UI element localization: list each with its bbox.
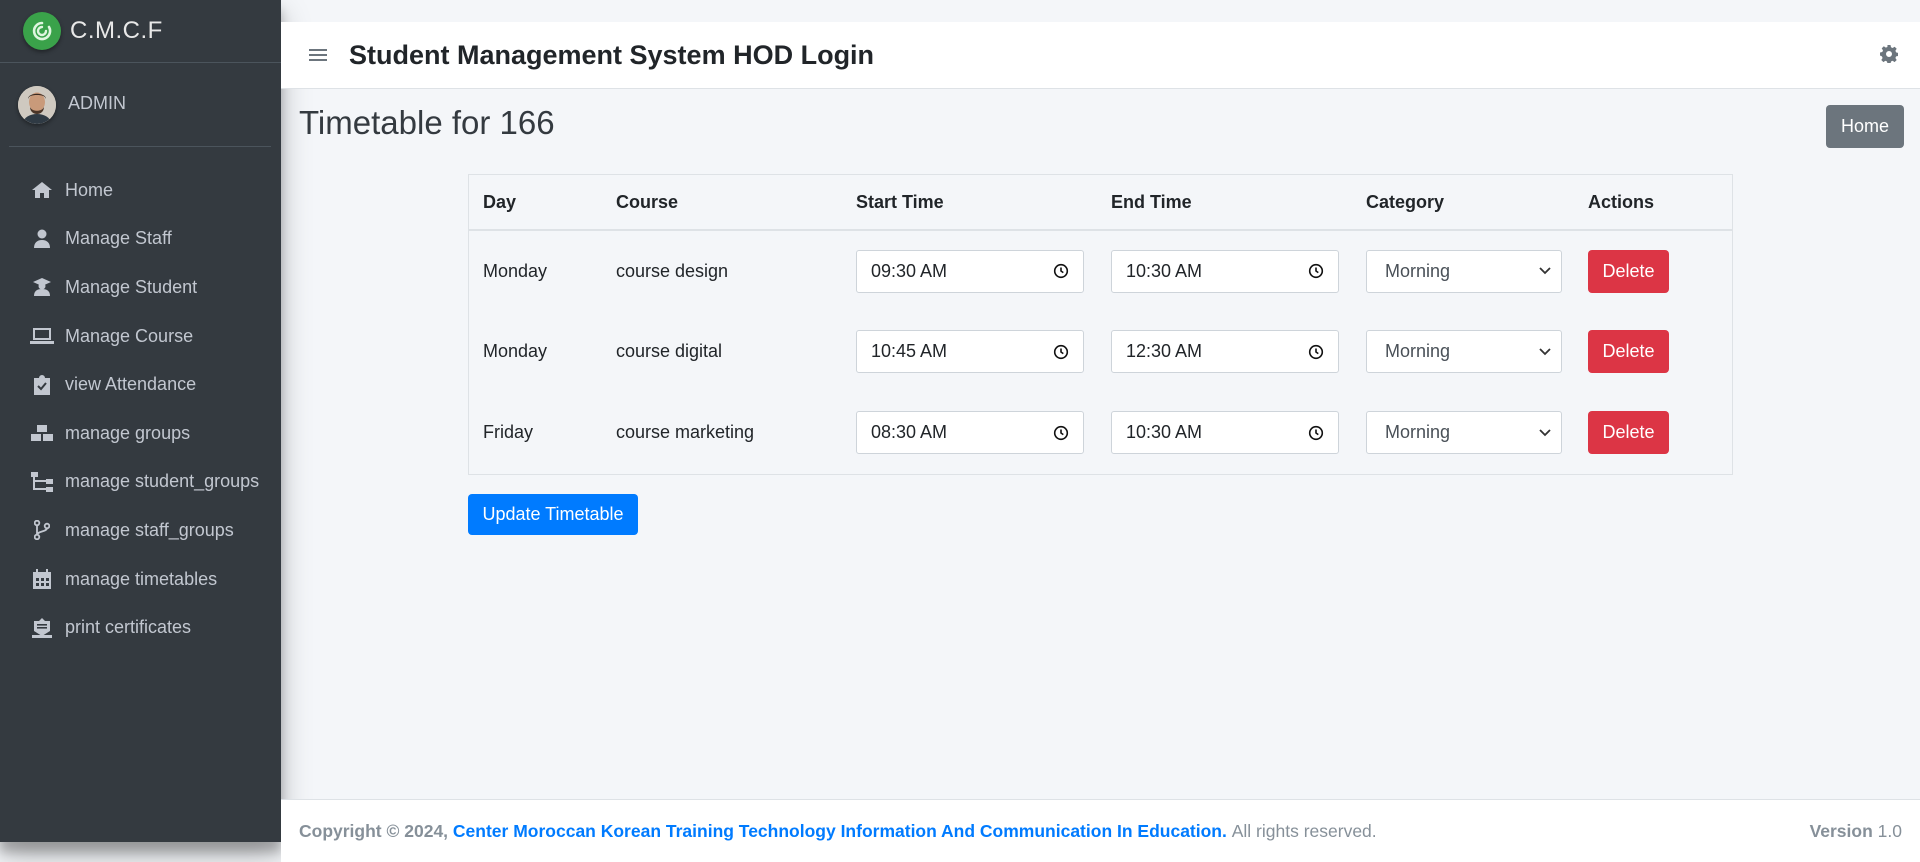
timetable-table: Day Course Start Time End Time Category … (468, 174, 1733, 475)
gear-icon[interactable] (1880, 45, 1899, 68)
end-time-input[interactable]: 10:30 AM (1111, 411, 1339, 454)
certificate-icon (30, 617, 54, 639)
user-name: ADMIN (68, 93, 126, 113)
sidebar-item-manage-staff[interactable]: Manage Staff (0, 215, 281, 264)
sidebar-item-label: Home (65, 179, 114, 200)
column-header-day: Day (469, 175, 602, 231)
delete-button[interactable]: Delete (1588, 330, 1669, 373)
clipboard-check-icon (30, 374, 54, 396)
top-navbar: Student Management System HOD Login (281, 22, 1920, 89)
version-info: Version 1.0 (1810, 821, 1902, 842)
end-time-value: 12:30 AM (1126, 341, 1203, 361)
sidebar-item-home[interactable]: Home (0, 166, 281, 215)
category-select[interactable]: Morning (1366, 411, 1562, 454)
cell-course: course design (616, 260, 729, 281)
calendar-icon (30, 568, 54, 590)
page-title: Timetable for 166 (299, 104, 555, 141)
chevron-down-icon (1539, 428, 1551, 436)
end-time-value: 10:30 AM (1126, 260, 1203, 281)
table-row: Friday course marketing 08:30 AM 10:30 A… (469, 392, 1732, 473)
version-label: Version (1809, 820, 1873, 841)
sidebar-item-manage-staff-groups[interactable]: manage staff_groups (0, 506, 281, 555)
sidebar-item-manage-groups[interactable]: manage groups (0, 409, 281, 458)
brand-logo-icon (23, 12, 61, 50)
home-icon (30, 179, 54, 201)
table-row: Monday course design 09:30 AM 10:30 AM M… (469, 230, 1732, 311)
start-time-value: 08:30 AM (871, 422, 948, 442)
sidebar-item-manage-course[interactable]: Manage Course (0, 312, 281, 361)
sidebar-item-label: print certificates (65, 617, 192, 638)
clock-icon (1308, 425, 1324, 440)
delete-button[interactable]: Delete (1588, 411, 1669, 454)
laptop-icon (30, 325, 54, 347)
sidebar-item-label: Manage Student (65, 276, 198, 297)
sidebar-item-label: manage student_groups (65, 471, 260, 492)
footer: Copyright © 2024, Center Moroccan Korean… (281, 799, 1920, 862)
sidebar-item-label: Manage Staff (65, 228, 172, 249)
column-header-start-time: Start Time (842, 175, 1097, 231)
sitemap-icon (30, 471, 54, 493)
cell-course: course digital (616, 341, 723, 361)
update-timetable-button[interactable]: Update Timetable (468, 494, 638, 535)
sidebar-item-label: Manage Course (65, 325, 194, 346)
start-time-input[interactable]: 09:30 AM (856, 249, 1084, 293)
cell-course: course marketing (616, 422, 755, 442)
column-header-actions: Actions (1574, 175, 1732, 231)
sidebar-item-label: manage groups (65, 422, 191, 443)
sidebar-item-manage-student[interactable]: Manage Student (0, 263, 281, 312)
version-value: 1.0 (1877, 820, 1902, 841)
chevron-down-icon (1539, 347, 1551, 355)
sidebar-item-print-certificates[interactable]: print certificates (0, 603, 281, 652)
clock-icon (1308, 263, 1324, 279)
start-time-input[interactable]: 10:45 AM (856, 330, 1084, 373)
clock-icon (1053, 344, 1069, 359)
footer-rights: All rights reserved. (1231, 820, 1377, 841)
category-value: Morning (1385, 422, 1451, 442)
clock-icon (1053, 425, 1069, 440)
end-time-input[interactable]: 10:30 AM (1111, 249, 1339, 293)
table-header-row: Day Course Start Time End Time Category … (469, 175, 1732, 231)
category-value: Morning (1385, 260, 1451, 281)
graduate-icon (30, 276, 54, 298)
code-branch-icon (30, 519, 54, 541)
cell-day: Monday (483, 260, 548, 281)
clock-icon (1053, 263, 1069, 279)
user-icon (30, 228, 54, 250)
sidebar-item-label: view Attendance (65, 374, 197, 395)
cell-day: Monday (483, 341, 548, 361)
avatar (18, 85, 56, 124)
user-panel[interactable]: ADMIN (9, 63, 271, 147)
cell-day: Friday (483, 422, 534, 442)
menu-toggle-icon[interactable] (309, 46, 327, 64)
category-select[interactable]: Morning (1366, 330, 1562, 373)
start-time-value: 09:30 AM (871, 260, 948, 281)
category-value: Morning (1385, 341, 1451, 361)
sidebar-item-view-attendance[interactable]: view Attendance (0, 360, 281, 409)
start-time-value: 10:45 AM (871, 341, 948, 361)
sidebar-item-manage-timetables[interactable]: manage timetables (0, 555, 281, 604)
app-title: Student Management System HOD Login (349, 39, 875, 70)
brand-link[interactable]: C.M.C.F (0, 0, 281, 63)
footer-copyright: Copyright © 2024, (299, 820, 449, 841)
sidebar-item-label: manage staff_groups (65, 519, 234, 540)
footer-org-link[interactable]: Center Moroccan Korean Training Technolo… (453, 821, 1227, 842)
column-header-category: Category (1352, 175, 1574, 231)
sidebar-item-label: manage timetables (65, 568, 218, 589)
column-header-course: Course (602, 175, 842, 231)
sidebar-item-manage-student-groups[interactable]: manage student_groups (0, 458, 281, 507)
category-select[interactable]: Morning (1366, 249, 1562, 293)
end-time-input[interactable]: 12:30 AM (1111, 330, 1339, 373)
table-row: Monday course digital 10:45 AM 12:30 AM … (469, 311, 1732, 392)
end-time-value: 10:30 AM (1126, 422, 1203, 442)
delete-button[interactable]: Delete (1588, 249, 1669, 293)
chevron-down-icon (1539, 267, 1551, 275)
cubes-icon (30, 422, 54, 444)
column-header-end-time: End Time (1097, 175, 1352, 231)
clock-icon (1308, 344, 1324, 359)
sidebar: C.M.C.F ADMIN Home Manage Staff Manage S… (0, 0, 281, 842)
home-button[interactable]: Home (1826, 105, 1904, 148)
brand-name: C.M.C.F (70, 17, 163, 44)
start-time-input[interactable]: 08:30 AM (856, 411, 1084, 454)
sidebar-nav: Home Manage Staff Manage Student Manage … (0, 166, 281, 652)
